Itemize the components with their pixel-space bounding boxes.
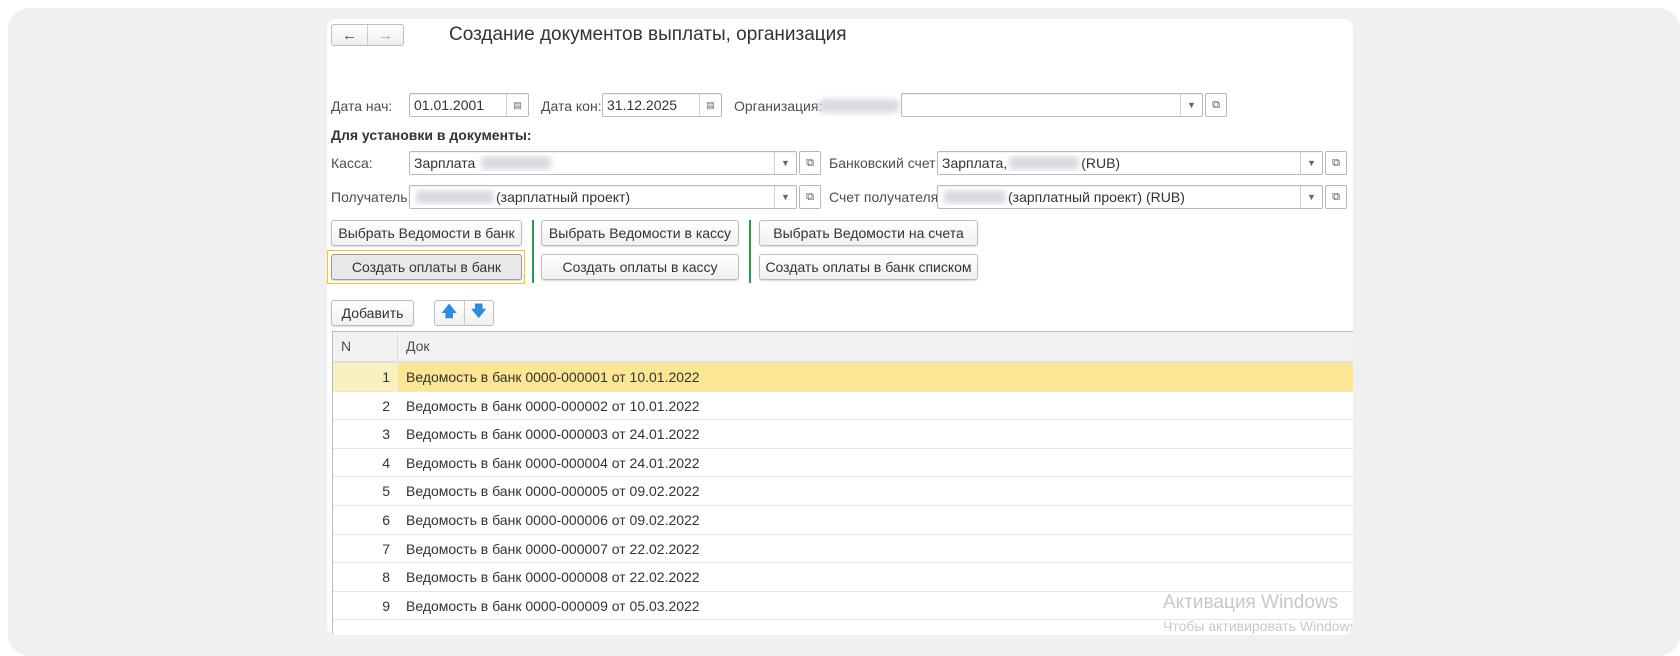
redacted [481,156,552,170]
row-document: Ведомость в банк 0000-000007 от 22.02.20… [406,540,700,557]
arrow-down-icon: 🡇 [471,302,487,320]
dropdown-icon[interactable]: ▼ [774,186,796,208]
row-number: 4 [382,454,390,471]
open-icon[interactable]: ⧉ [1325,185,1347,209]
table-row[interactable]: 3 Ведомость в банк 0000-000003 от 24.01.2… [333,420,1353,449]
recipient-account-field[interactable]: (зарплатный проект) (RUB) ▼ [937,185,1323,209]
row-number: 9 [382,597,390,614]
table-row[interactable]: 8 Ведомость в банк 0000-000008 от 22.02.2… [333,563,1353,592]
dropdown-icon[interactable]: ▼ [774,152,796,174]
row-document: Ведомость в банк 0000-000001 от 10.01.20… [406,369,700,385]
row-number: 3 [382,426,390,443]
select-bank-statements-button[interactable]: Выбрать Ведомости в банк [331,220,522,246]
date-end-field[interactable]: 31.12.2025 ▤ [602,93,722,117]
redacted [416,190,494,204]
recipient-label: Получатель: [331,189,412,205]
organization-field[interactable]: ▼ [901,93,1203,117]
redacted [944,190,1006,204]
add-button[interactable]: Добавить [331,300,414,326]
date-end-value: 31.12.2025 [607,97,678,113]
redacted [1009,156,1080,170]
table-row[interactable]: 4 Ведомость в банк 0000-000004 от 24.01.2… [333,449,1353,478]
select-account-statements-button[interactable]: Выбрать Ведомости на счета [759,220,978,246]
recipient-account-label: Счет получателя: [829,189,943,205]
cash-value: Зарплата [414,155,476,171]
table-header: N Док [333,332,1353,363]
cash-field[interactable]: Зарплата ▼ [409,151,797,175]
row-document: Ведомость в банк 0000-000005 от 09.02.20… [406,483,700,500]
calendar-icon[interactable]: ▤ [506,94,528,116]
date-start-label: Дата нач: [331,98,393,114]
move-up-button[interactable]: 🡅 [435,301,465,325]
row-number: 5 [382,483,390,500]
row-document: Ведомость в банк 0000-000008 от 22.02.20… [406,569,700,586]
create-bank-payments-list-button[interactable]: Создать оплаты в банк списком [759,254,978,280]
table-body: 1 Ведомость в банк 0000-000001 от 10.01.2… [333,363,1353,621]
table-row[interactable]: 1 Ведомость в банк 0000-000001 от 10.01.2… [333,363,1353,392]
create-cash-payments-button[interactable]: Создать оплаты в кассу [541,254,739,280]
open-icon[interactable]: ⧉ [1325,151,1347,175]
arrow-right-icon: → [378,26,393,44]
date-end-label: Дата кон: [541,98,602,114]
recipient-account-value: (зарплатный проект) (RUB) [1008,189,1185,205]
separator [749,220,751,283]
bank-account-suffix: (RUB) [1081,155,1121,171]
row-document: Ведомость в банк 0000-000002 от 10.01.20… [406,397,700,414]
forward-button[interactable]: → [368,25,403,45]
form-window: ← → Создание документов выплаты, организ… [327,19,1353,635]
calendar-icon[interactable]: ▤ [699,94,721,116]
bank-account-prefix: Зарплата, [942,155,1008,171]
page-title: Создание документов выплаты, организация [449,24,847,45]
nav-buttons: ← → [331,24,404,46]
date-start-value: 01.01.2001 [414,97,485,113]
documents-table: N Док 1 Ведомость в банк 0000-000001 от 1… [332,331,1353,635]
row-number: 7 [382,540,390,557]
select-cash-statements-button[interactable]: Выбрать Ведомости в кассу [541,220,739,246]
date-start-field[interactable]: 01.01.2001 ▤ [409,93,529,117]
open-icon[interactable]: ⧉ [1205,93,1227,117]
dropdown-icon[interactable]: ▼ [1180,94,1202,116]
row-number: 1 [333,363,398,391]
cash-label: Касса: [331,155,373,171]
arrow-up-icon: 🡅 [441,302,457,320]
back-button[interactable]: ← [332,25,368,45]
recipient-field[interactable]: (зарплатный проект) ▼ [409,185,797,209]
move-down-button[interactable]: 🡇 [465,301,494,325]
table-row[interactable]: 6 Ведомость в банк 0000-000006 от 09.02.2… [333,506,1353,535]
row-document: Ведомость в банк 0000-000004 от 24.01.20… [406,454,700,471]
row-number: 8 [382,569,390,586]
table-row[interactable]: 2 Ведомость в банк 0000-000002 от 10.01.2… [333,392,1353,421]
bank-account-label: Банковский счет: [829,155,940,171]
column-header-n[interactable]: N [333,332,398,361]
separator [532,220,534,283]
dropdown-icon[interactable]: ▼ [1300,152,1322,174]
open-icon[interactable]: ⧉ [799,151,821,175]
settings-section-label: Для установки в документы: [331,127,532,143]
row-number: 2 [382,397,390,414]
move-buttons: 🡅 🡇 [434,300,494,326]
column-header-doc[interactable]: Док [398,332,1353,361]
recipient-value: (зарплатный проект) [496,189,631,205]
arrow-left-icon: ← [342,26,357,44]
organization-label: Организация: [734,98,823,114]
create-bank-payments-button[interactable]: Создать оплаты в банк [331,254,522,280]
table-row[interactable]: 5 Ведомость в банк 0000-000005 от 09.02.2… [333,477,1353,506]
dropdown-icon[interactable]: ▼ [1300,186,1322,208]
row-document: Ведомость в банк 0000-000006 от 09.02.20… [406,511,700,528]
open-icon[interactable]: ⧉ [799,185,821,209]
windows-activation-title: Активация Windows [1163,592,1339,613]
row-number: 6 [382,511,390,528]
row-document: Ведомость в банк 0000-000003 от 24.01.20… [406,426,700,443]
organization-redacted [819,99,899,113]
windows-activation-subtitle: Чтобы активировать Windows [1163,618,1353,634]
table-row[interactable]: 7 Ведомость в банк 0000-000007 от 22.02.2… [333,535,1353,564]
bank-account-field[interactable]: Зарплата, (RUB) ▼ [937,151,1323,175]
